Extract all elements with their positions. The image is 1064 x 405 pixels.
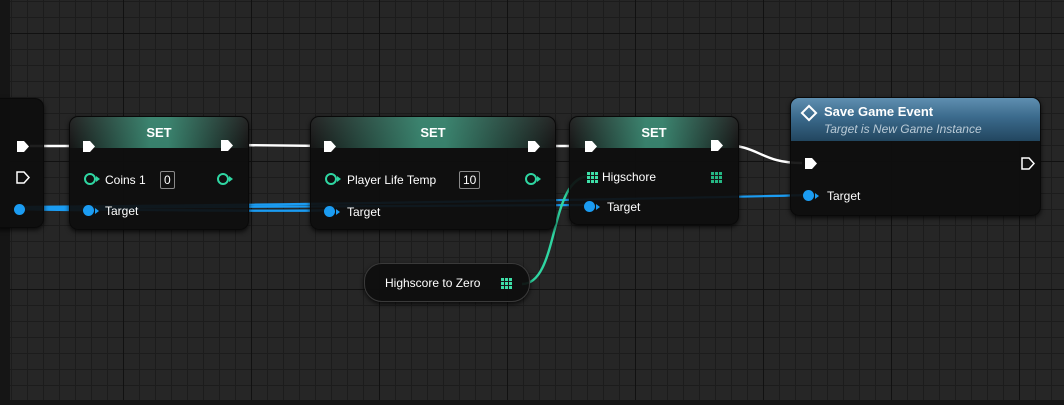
exec-in-pin-icon[interactable] (584, 140, 598, 153)
getter-label: Highscore to Zero (385, 276, 481, 290)
exec-out-pin-icon[interactable] (1021, 157, 1035, 170)
pin-arrow-icon (229, 176, 233, 182)
target-label: Target (827, 189, 861, 203)
blueprint-graph-canvas[interactable]: SET Coins 1 0 Target SET Player Life Tem… (0, 0, 1064, 405)
node-title: SET (420, 125, 446, 140)
pin-arrow-icon (96, 176, 100, 182)
exec-out-pin-icon[interactable] (16, 140, 30, 153)
target-label: Target (607, 200, 641, 214)
integer-out-pin-icon[interactable] (217, 173, 229, 185)
array-grid-out-icon[interactable] (711, 172, 722, 183)
exec-out-pin-icon[interactable] (16, 171, 30, 184)
object-out-pin-icon[interactable] (14, 204, 25, 215)
diamond-event-icon (800, 104, 818, 122)
pin-arrow-icon (336, 209, 340, 215)
target-pin-icon[interactable] (83, 205, 94, 216)
target-label: Target (105, 204, 139, 218)
integer-in-pin-icon[interactable] (84, 173, 96, 185)
pin-arrow-icon (815, 193, 819, 199)
variable-label: Player Life Temp (347, 173, 437, 187)
variable-label: Higschore (602, 170, 657, 184)
highscore-getter-node[interactable]: Highscore to Zero (364, 263, 530, 302)
target-pin-icon[interactable] (324, 206, 335, 217)
exec-out-pin-icon[interactable] (710, 139, 724, 152)
exec-in-pin-icon[interactable] (323, 140, 337, 153)
save-game-event-header: Save Game Event Target is New Game Insta… (791, 98, 1040, 141)
target-pin-icon[interactable] (584, 201, 595, 212)
set-coins-node[interactable]: SET Coins 1 0 Target (69, 116, 249, 230)
exec-out-pin-icon[interactable] (527, 140, 541, 153)
variable-label: Coins 1 (105, 173, 146, 187)
set-player-life-header: SET (311, 117, 555, 148)
exec-out-pin-icon[interactable] (220, 139, 234, 152)
integer-out-pin-icon[interactable] (525, 173, 537, 185)
array-grid-icon[interactable] (501, 278, 512, 289)
pin-arrow-icon (537, 176, 541, 182)
previous-node[interactable] (0, 98, 44, 228)
node-title: SET (146, 125, 172, 140)
array-grid-icon[interactable] (587, 172, 598, 183)
event-title: Save Game Event (824, 104, 934, 119)
target-label: Target (347, 205, 381, 219)
exec-in-pin-icon[interactable] (804, 157, 818, 170)
value-input[interactable]: 10 (459, 171, 481, 189)
target-pin-icon[interactable] (803, 190, 814, 201)
exec-in-pin-icon[interactable] (82, 140, 96, 153)
value-input[interactable]: 0 (160, 171, 175, 189)
event-subtitle: Target is New Game Instance (824, 122, 982, 136)
pin-arrow-icon (337, 176, 341, 182)
save-game-event-node[interactable]: Save Game Event Target is New Game Insta… (790, 97, 1041, 216)
set-player-life-node[interactable]: SET Player Life Temp 10 Target (310, 116, 556, 230)
set-highscore-node[interactable]: SET Higschore Target (569, 116, 739, 225)
integer-in-pin-icon[interactable] (325, 173, 337, 185)
pin-arrow-icon (95, 208, 99, 214)
node-title: SET (641, 125, 667, 140)
pin-arrow-icon (596, 204, 600, 210)
